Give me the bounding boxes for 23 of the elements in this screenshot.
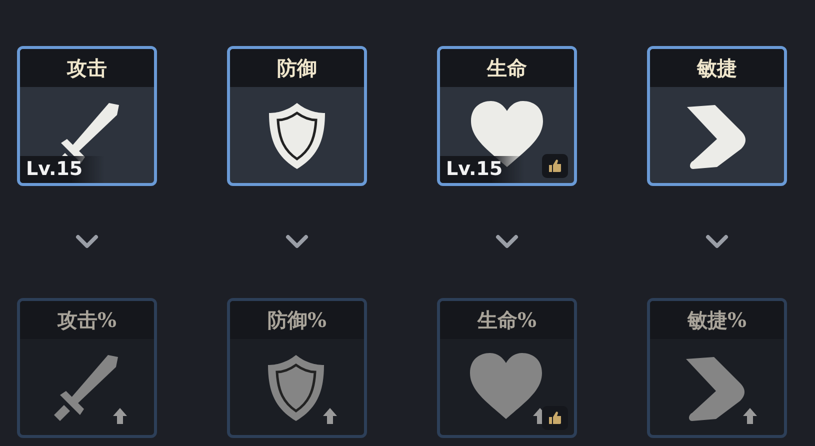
skill-title: 生命% [477,306,536,334]
up-arrow-icon [322,407,338,425]
up-arrow-icon [112,407,128,425]
up-arrow-icon [742,407,758,425]
skill-card[interactable]: 敏捷 [647,46,787,186]
chevron-icon [285,234,309,250]
skill-title: 攻击% [57,306,116,334]
chevron-icon [705,234,729,250]
chevron-icon [495,234,519,250]
skill-title: 防御% [267,306,326,334]
skill-card[interactable]: 防御% [227,298,367,438]
skill-title: 攻击 [67,54,107,82]
skill-card[interactable]: 防御 [227,46,367,186]
skill-card[interactable]: 攻击% [17,298,157,438]
skill-title: 防御 [277,54,317,82]
skill-card[interactable]: 生命 Lv.15 [437,46,577,186]
skill-card[interactable]: 攻击 Lv.15 [17,46,157,186]
skill-title: 敏捷 [697,54,737,82]
skill-card[interactable]: 生命% [437,298,577,438]
skill-card[interactable]: 敏捷% [647,298,787,438]
skill-title: 生命 [487,54,527,82]
skill-title: 敏捷% [687,306,746,334]
chevron-icon [75,234,99,250]
